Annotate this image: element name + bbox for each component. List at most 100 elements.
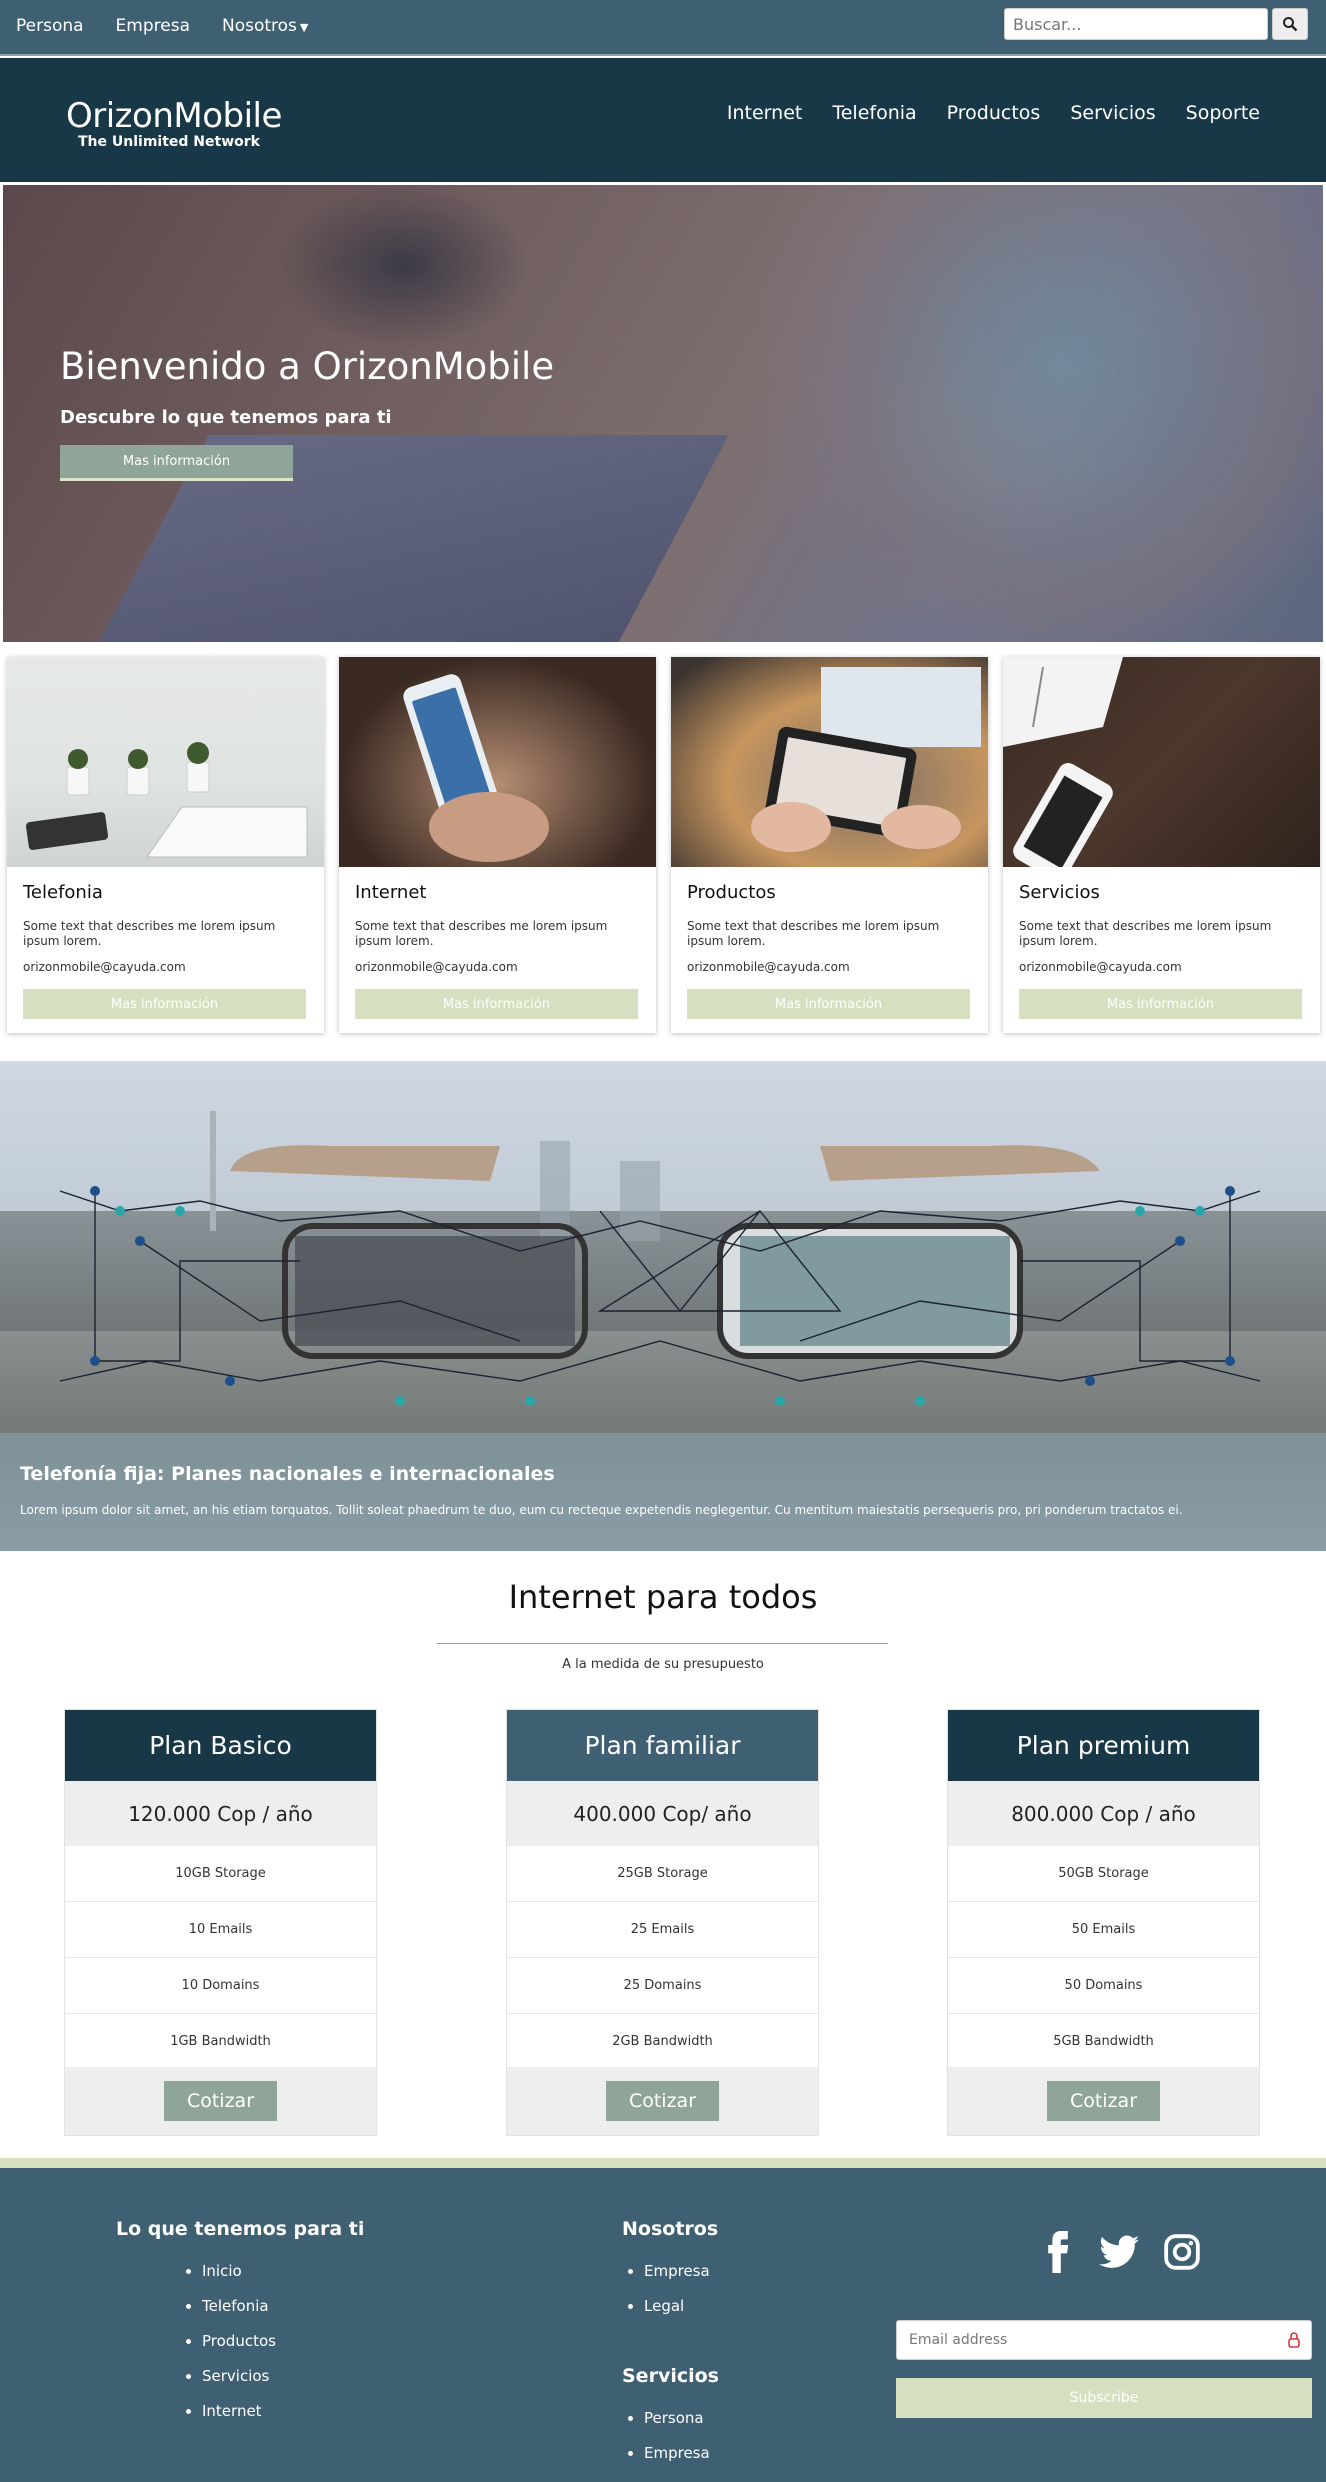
card-more-info-button[interactable]: Mas información [1019,989,1302,1019]
plan-feature: 10 Domains [65,1958,376,2014]
footer-link[interactable]: Productos [202,2332,276,2350]
card-telefonia: Telefonia Some text that describes me lo… [7,657,324,1033]
plan-basico: Plan Basico 120.000 Cop / año 10GB Stora… [64,1709,377,2136]
brand-name: OrizonMobile [66,96,282,136]
card-title: Internet [355,882,427,903]
search-button[interactable] [1272,8,1308,40]
card-email[interactable]: orizonmobile@cayuda.com [23,960,186,974]
site-header: OrizonMobile The Unlimited Network Inter… [0,58,1326,182]
card-servicios: Servicios Some text that describes me lo… [1003,657,1320,1033]
lock-icon [1288,2332,1300,2348]
footer-link[interactable]: Persona [644,2409,710,2427]
footer-col1-list: Inicio Telefonia Productos Servicios Int… [180,2262,276,2437]
nav-soporte[interactable]: Soporte [1186,102,1260,124]
plan-feature: 10GB Storage [65,1846,376,1902]
card-title: Telefonia [23,882,103,903]
footer-link[interactable]: Empresa [644,2262,710,2280]
plan-price: 400.000 Cop/ año [507,1781,818,1846]
hero-more-info-button[interactable]: Mas información [60,445,293,481]
footer-col3-list: Persona Empresa [622,2409,710,2479]
brand-tagline: The Unlimited Network [78,134,260,150]
site-footer: Lo que tenemos para ti Inicio Telefonia … [0,2168,1326,2482]
card-image-hand-phone [339,657,656,867]
footer-link[interactable]: Internet [202,2402,276,2420]
plan-footer: Cotizar [507,2067,818,2135]
plan-feature: 25 Emails [507,1902,818,1958]
footer-col2-list: Empresa Legal [622,2262,710,2332]
plan-feature: 50 Emails [948,1902,1259,1958]
card-text: Some text that describes me lorem ipsum … [23,919,276,948]
nav-servicios[interactable]: Servicios [1070,102,1155,124]
footer-col2-title: Nosotros [622,2218,719,2240]
plan-feature: 25GB Storage [507,1846,818,1902]
nav-productos[interactable]: Productos [947,102,1041,124]
banner-caption: Telefonía fija: Planes nacionales e inte… [0,1433,1326,1551]
card-text: Some text that describes me lorem ipsum … [1019,919,1272,948]
feature-cards: Telefonia Some text that describes me lo… [7,657,1320,1035]
footer-col1-title: Lo que tenemos para ti [116,2218,365,2240]
nav-telefonia[interactable]: Telefonia [832,102,916,124]
twitter-icon[interactable] [1099,2231,1139,2273]
card-image-plants-phone [7,657,324,867]
hero-banner: Bienvenido a OrizonMobile Descubre lo qu… [3,185,1323,642]
pricing-title: Internet para todos [508,1578,818,1616]
footer-link[interactable]: Servicios [202,2367,276,2385]
card-title: Productos [687,882,776,903]
cotizar-button[interactable]: Cotizar [606,2081,719,2121]
plan-price: 120.000 Cop / año [65,1781,376,1846]
desk-phone-illustration [1003,657,1123,881]
facebook-icon[interactable] [1041,2231,1075,2273]
phone-illustration [403,674,549,862]
plan-feature: 50 Domains [948,1958,1259,2014]
footer-col3-title: Servicios [622,2365,719,2387]
card-productos: Productos Some text that describes me lo… [671,657,988,1033]
plan-name: Plan familiar [507,1710,818,1781]
footer-accent-line [0,2158,1326,2168]
email-field[interactable]: Email address [896,2320,1312,2360]
plan-feature: 1GB Bandwidth [65,2014,376,2070]
brand-logo[interactable]: OrizonMobile The Unlimited Network [66,96,282,150]
tablet-illustration [751,667,981,852]
nav-internet[interactable]: Internet [727,102,802,124]
social-links [1041,2231,1201,2273]
card-more-info-button[interactable]: Mas información [355,989,638,1019]
footer-link[interactable]: Legal [644,2297,710,2315]
instagram-icon[interactable] [1163,2231,1201,2273]
footer-link[interactable]: Telefonia [202,2297,276,2315]
card-more-info-button[interactable]: Mas información [23,989,306,1019]
cotizar-button[interactable]: Cotizar [1047,2081,1160,2121]
plan-footer: Cotizar [948,2067,1259,2135]
search-icon [1283,17,1298,32]
plan-name: Plan Basico [65,1710,376,1781]
subscribe-button[interactable]: Subscribe [896,2378,1312,2418]
card-image-tablet [671,657,988,867]
card-email[interactable]: orizonmobile@cayuda.com [687,960,850,974]
card-email[interactable]: orizonmobile@cayuda.com [1019,960,1182,974]
card-more-info-button[interactable]: Mas información [687,989,970,1019]
card-title: Servicios [1019,882,1100,903]
top-links: Persona Empresa Nosotros ▼ [16,16,308,36]
telephony-banner: Telefonía fija: Planes nacionales e inte… [0,1061,1326,1551]
nosotros-label: Nosotros [222,16,297,36]
search-input[interactable] [1004,8,1268,40]
top-link-nosotros[interactable]: Nosotros ▼ [222,16,308,36]
plan-premium: Plan premium 800.000 Cop / año 50GB Stor… [947,1709,1260,2136]
plants-illustration [25,742,308,858]
card-text: Some text that describes me lorem ipsum … [355,919,608,948]
card-text: Some text that describes me lorem ipsum … [687,919,940,948]
top-link-empresa[interactable]: Empresa [116,16,190,36]
top-link-persona[interactable]: Persona [16,16,84,36]
card-image-desk-phone [1003,657,1320,881]
card-email[interactable]: orizonmobile@cayuda.com [355,960,518,974]
footer-link[interactable]: Inicio [202,2262,276,2280]
plan-familiar: Plan familiar 400.000 Cop/ año 25GB Stor… [506,1709,819,2136]
banner-text: Lorem ipsum dolor sit amet, an his etiam… [20,1503,1183,1517]
footer-link[interactable]: Empresa [644,2444,710,2462]
caret-down-icon: ▼ [299,21,309,34]
cotizar-button[interactable]: Cotizar [164,2081,277,2121]
plan-feature: 10 Emails [65,1902,376,1958]
plan-feature: 2GB Bandwidth [507,2014,818,2070]
card-internet: Internet Some text that describes me lor… [339,657,656,1033]
pricing-divider [437,1643,888,1644]
network-phones-illustration [0,1111,1326,1406]
